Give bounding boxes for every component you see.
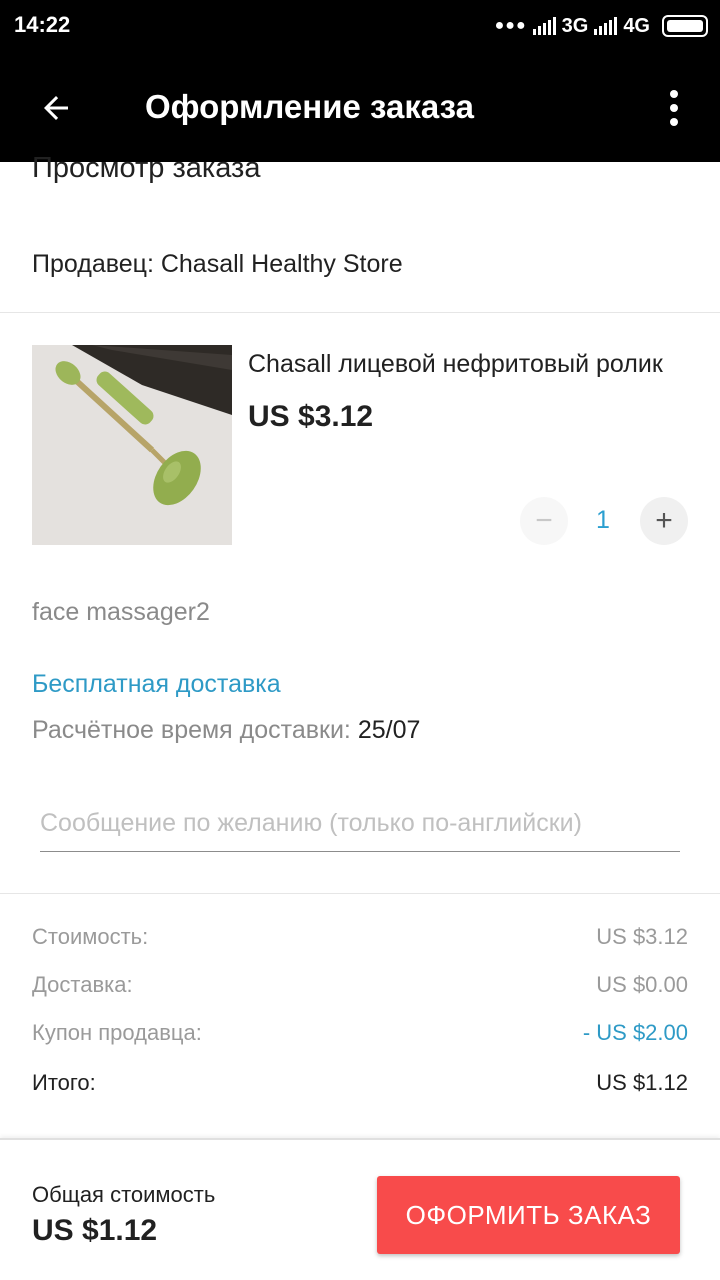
- arrow-back-icon: [44, 96, 68, 120]
- status-time: 14:22: [14, 12, 71, 37]
- network-4g-label: 4G: [623, 14, 650, 37]
- seller-name[interactable]: Продавец: Chasall Healthy Store: [32, 250, 403, 279]
- seller-message-input[interactable]: [40, 800, 680, 852]
- product-name[interactable]: Chasall лицевой нефритовый ролик: [248, 350, 688, 379]
- summary-coupon-value[interactable]: - US $2.00: [583, 1020, 688, 1046]
- quantity-value: 1: [596, 506, 610, 534]
- battery-icon: [662, 15, 708, 37]
- checkout-bar: Общая стоимость US $1.12 ОФОРМИТЬ ЗАКАЗ: [0, 1138, 720, 1280]
- product-price: US $3.12: [248, 400, 374, 433]
- grand-total-value: US $1.12: [32, 1214, 158, 1247]
- summary-total-value: US $1.12: [596, 1070, 688, 1095]
- delivery-estimate-value: 25/07: [357, 716, 421, 744]
- more-options-button[interactable]: [654, 82, 694, 134]
- minus-icon: −: [535, 504, 553, 537]
- delivery-estimate-label: Расчётное время доставки:: [32, 716, 351, 744]
- summary-coupon-row[interactable]: Купон продавца: - US $2.00: [32, 1020, 688, 1046]
- section-title: Просмотр заказа: [32, 152, 261, 184]
- product-image[interactable]: [32, 345, 232, 545]
- more-vert-icon: [670, 90, 678, 98]
- summary-shipping-label: Доставка:: [32, 972, 133, 997]
- product-variant: face massager2: [32, 598, 210, 626]
- grand-total-label: Общая стоимость: [32, 1182, 216, 1207]
- status-bar: 14:22 ●●● 3G 4G: [0, 0, 720, 52]
- signal-icon-2: [594, 17, 618, 35]
- network-3g-label: 3G: [561, 14, 589, 37]
- summary-cost-label: Стоимость:: [32, 924, 149, 949]
- status-icons: ●●● 3G 4G: [495, 12, 708, 40]
- notification-dots-icon: ●●●: [494, 17, 527, 34]
- divider: [0, 312, 720, 313]
- summary-total-row: Итого: US $1.12: [32, 1070, 688, 1096]
- free-shipping-link[interactable]: Бесплатная доставка: [32, 670, 281, 699]
- divider: [0, 893, 720, 894]
- summary-coupon-label: Купон продавца:: [32, 1020, 202, 1045]
- signal-icon: [532, 17, 556, 35]
- app-bar: Оформление заказа: [0, 52, 720, 162]
- back-button[interactable]: [30, 82, 82, 134]
- summary-cost-value: US $3.12: [596, 924, 688, 949]
- summary-cost-row: Стоимость: US $3.12: [32, 924, 688, 950]
- quantity-increase-button[interactable]: +: [640, 497, 688, 545]
- page-title: Оформление заказа: [145, 88, 474, 125]
- jade-roller-image: [32, 345, 232, 545]
- place-order-button[interactable]: ОФОРМИТЬ ЗАКАЗ: [377, 1176, 680, 1254]
- delivery-estimate: Расчётное время доставки: 25/07: [32, 716, 420, 745]
- summary-shipping-row: Доставка: US $0.00: [32, 972, 688, 998]
- summary-shipping-value: US $0.00: [596, 972, 688, 997]
- plus-icon: +: [655, 504, 673, 537]
- summary-total-label: Итого:: [32, 1070, 96, 1095]
- quantity-decrease-button[interactable]: −: [520, 497, 568, 545]
